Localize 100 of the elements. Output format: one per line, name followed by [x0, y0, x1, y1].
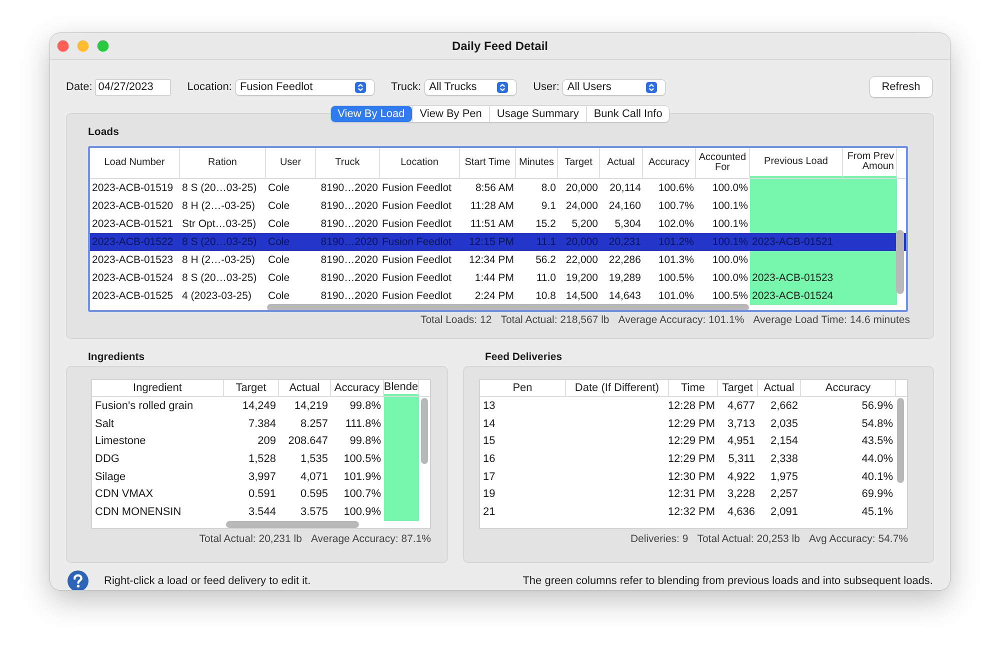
table-cell-text: 100.5% — [711, 289, 749, 304]
table-row[interactable]: 2023-ACB-01521 Str Opt…03-25) Cole 8190…2020 Fusion Feedlot 11:51 AM 15.2 5,200 5,304 102.0% 100.1% — [90, 215, 906, 233]
zoom-button[interactable] — [97, 40, 109, 52]
table-cell-text: 14,219 — [293, 398, 329, 414]
table-cell-text: 14,249 — [241, 398, 277, 414]
table-row[interactable]: DDG 1,528 1,535 100.5% — [92, 450, 430, 468]
column-header[interactable]: Actual — [758, 380, 801, 396]
column-header[interactable]: Ingredient — [92, 380, 224, 396]
table-row[interactable]: 19 12:31 PM 3,228 2,257 69.9% — [480, 485, 907, 504]
chevron-icon — [497, 82, 508, 92]
table-row[interactable]: 16 12:29 PM 5,311 2,338 44.0% — [480, 450, 907, 468]
table-row[interactable]: CDN MONENSIN 3.544 3.575 100.9% — [92, 503, 430, 521]
table-cell-text: 8190…2020 — [320, 235, 379, 250]
summary-text: Total Actual: 20,231 lb — [199, 533, 302, 545]
blend-cell — [384, 503, 419, 521]
summary-text: Average Accuracy: 87.1% — [310, 533, 431, 545]
table-cell-text: 2023-ACB-01520 — [91, 199, 174, 214]
table-row[interactable]: 15 12:29 PM 4,951 2,154 43.5% — [480, 432, 907, 450]
table-cell-text: 3.544 — [247, 504, 277, 520]
table-row[interactable]: Fusion's rolled grain 14,249 14,219 99.8% — [92, 397, 430, 415]
table-cell-text: 45.1% — [860, 504, 894, 520]
table-cell-text: CDN VMAX — [94, 487, 154, 502]
column-header[interactable]: Time — [669, 380, 718, 396]
summary-text: Average Accuracy: 101.1% — [618, 314, 744, 326]
column-header[interactable]: Load Number — [90, 148, 180, 178]
table-row[interactable]: 13 12:28 PM 4,677 2,662 56.9% — [480, 397, 907, 415]
dropdown[interactable]: Fusion Feedlot — [236, 80, 374, 94]
column-header[interactable]: Actual — [279, 380, 331, 396]
column-header[interactable]: User — [266, 148, 316, 178]
date-field[interactable]: 04/27/2023 — [96, 80, 170, 94]
column-header[interactable]: Target — [718, 380, 758, 396]
column-header[interactable]: Minutes — [516, 148, 558, 178]
column-header[interactable]: Accuracy — [643, 148, 696, 178]
scrollbar-thumb[interactable] — [897, 398, 904, 483]
column-header[interactable]: Accounted For — [696, 148, 750, 178]
minimize-button[interactable] — [77, 40, 89, 52]
table-cell-text: 12:34 PM — [468, 253, 515, 268]
field-label: Location: — [187, 81, 232, 93]
table-cell-text: 13 — [482, 398, 496, 414]
table-row[interactable]: 17 12:30 PM 4,922 1,975 40.1% — [480, 468, 907, 486]
column-header[interactable]: Actual — [600, 148, 643, 178]
table-row[interactable]: 2023-ACB-01519 8 S (20…03-25) Cole 8190…2020 Fusion Feedlot 8:56 AM 8.0 20,000 20,114 100.6% 100.0% — [90, 179, 906, 197]
table-row[interactable]: 2023-ACB-01525 4 (2023-03-25) Cole 8190…2020 Fusion Feedlot 2:24 PM 10.8 14,500 14,643 101.0% 100.5% 2023-ACB-01524 — [90, 287, 906, 305]
table-cell-text: Silage — [94, 470, 127, 485]
table-cell-text: 56.2 — [534, 253, 557, 268]
table-cell-text: Cole — [267, 253, 291, 268]
table-cell-text: 8190…2020 — [320, 181, 379, 196]
scrollbar-thumb[interactable] — [226, 521, 359, 528]
column-header[interactable]: Target — [224, 380, 279, 396]
scrollbar-thumb[interactable] — [896, 230, 904, 294]
table-cell-text: 11:28 AM — [469, 199, 515, 214]
table-row[interactable]: 2023-ACB-01524 8 S (20…03-25) Cole 8190…2020 Fusion Feedlot 1:44 PM 11.0 19,200 19,289 100.5% 100.0% 2023-ACB-01523 — [90, 269, 906, 287]
table-cell-text: 5,304 — [614, 217, 642, 232]
section-title: Loads — [88, 125, 120, 139]
table-cell-text: 2,091 — [769, 504, 799, 520]
table-cell-text: 1,528 — [247, 452, 277, 467]
note-text: The green columns refer to blending from previous loads and into subsequent loads. — [522, 575, 933, 587]
scrollbar-thumb[interactable] — [267, 304, 749, 310]
table-cell-text: Cole — [267, 181, 291, 196]
column-header[interactable]: Date (If Different) — [566, 380, 669, 396]
column-header[interactable]: Start Time — [460, 148, 516, 178]
table-cell-text: 8 S (20…03-25) — [181, 271, 258, 286]
column-header[interactable]: Ration — [180, 148, 266, 178]
tab[interactable]: View By Load — [330, 106, 412, 122]
column-header[interactable]: Accuracy — [801, 380, 896, 396]
table-cell-text: 100.5% — [342, 452, 382, 467]
column-header[interactable]: Target — [558, 148, 600, 178]
close-button[interactable] — [57, 40, 69, 52]
table-cell-text: 12:30 PM — [669, 470, 716, 485]
refresh-button[interactable]: Refresh — [870, 77, 932, 97]
table-row[interactable]: 2023-ACB-01520 8 H (2…-03-25) Cole 8190…2020 Fusion Feedlot 11:28 AM 9.1 24,000 24,160 100.7% 100.1% — [90, 197, 906, 215]
column-header[interactable]: Location — [380, 148, 460, 178]
window-title: Daily Feed Detail — [452, 39, 548, 53]
table-cell-text: DDG — [94, 452, 120, 467]
dropdown[interactable]: All Trucks — [425, 80, 516, 94]
table-cell-text: 4 (2023-03-25) — [181, 289, 252, 304]
table-row[interactable]: Limestone 209 208.647 99.8% — [92, 432, 430, 450]
table-row[interactable]: Salt 7.384 8.257 111.8% — [92, 414, 430, 432]
summary-text: Avg Accuracy: 54.7% — [808, 533, 908, 545]
table-cell-text: 8 S (20…03-25) — [181, 181, 258, 196]
dropdown[interactable]: All Users — [563, 80, 666, 94]
table-cell-text: 100.7% — [657, 199, 695, 214]
table-row[interactable]: 21 12:32 PM 4,636 2,091 45.1% — [480, 503, 907, 521]
table-row[interactable]: Silage 3,997 4,071 101.9% — [92, 468, 430, 486]
table-cell-text: 20,114 — [608, 181, 642, 196]
help-icon[interactable] — [67, 570, 89, 590]
table-cell-text: CDN MONENSIN — [94, 504, 182, 520]
column-header[interactable]: Accuracy — [331, 380, 384, 396]
scrollbar-thumb[interactable] — [421, 398, 428, 464]
table-cell-text: 2:24 PM — [474, 289, 515, 304]
table-cell-text: Salt — [94, 416, 115, 432]
table-cell-text: 101.9% — [342, 470, 382, 485]
table-row[interactable]: 2023-ACB-01523 8 H (2…-03-25) Cole 8190…2020 Fusion Feedlot 12:34 PM 56.2 22,000 22,286 101.3% 100.0% — [90, 251, 906, 269]
table-row[interactable]: CDN VMAX 0.591 0.595 100.7% — [92, 485, 430, 504]
column-header[interactable]: Truck — [316, 148, 380, 178]
field-label: Date: — [66, 81, 92, 93]
table-cell-text: Fusion Feedlot — [381, 271, 452, 286]
table-cell-text: 14 — [482, 416, 496, 432]
table-row[interactable]: 14 12:29 PM 3,713 2,035 54.8% — [480, 414, 907, 432]
column-header[interactable]: Pen — [480, 380, 566, 396]
